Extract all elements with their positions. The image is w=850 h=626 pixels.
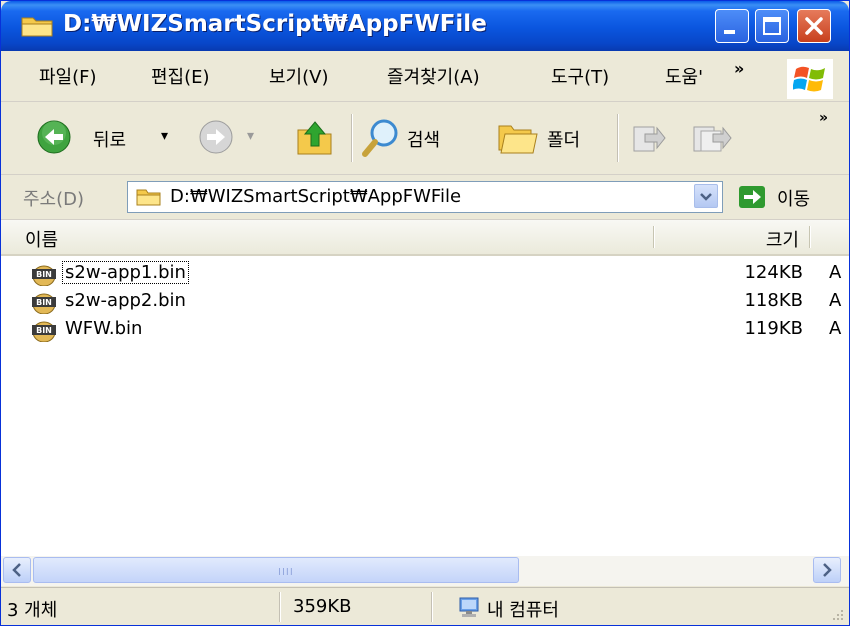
search-icon (362, 119, 398, 157)
svg-text:BIN: BIN (36, 270, 52, 279)
back-button[interactable]: 뒤로 ▾ (15, 112, 181, 164)
chevron-down-icon (700, 193, 712, 201)
address-label: 주소(D) (23, 189, 85, 210)
file-row[interactable]: BIN WFW.bin 119KB A (1, 316, 849, 342)
address-input[interactable]: D:₩WIZSmartScript₩AppFWFile (127, 181, 723, 213)
forward-button[interactable]: ▾ (191, 112, 273, 164)
maximize-button[interactable] (755, 9, 789, 43)
file-row[interactable]: BIN s2w-app2.bin 118KB A (1, 288, 849, 314)
explorer-window: D:₩WIZSmartScript₩AppFWFile 파일(F) 편집(E) … (0, 0, 850, 626)
folders-button[interactable]: 폴더 (497, 112, 607, 164)
back-arrow-icon (37, 120, 71, 154)
file-size: 124KB (744, 262, 803, 283)
maximize-icon (763, 17, 781, 35)
forward-arrow-icon (199, 120, 233, 154)
folder-icon (21, 17, 53, 37)
title-bar[interactable]: D:₩WIZSmartScript₩AppFWFile (1, 1, 849, 51)
forward-dropdown-arrow-icon[interactable]: ▾ (247, 128, 254, 144)
svg-text:BIN: BIN (36, 326, 52, 335)
menu-favorites[interactable]: 즐겨찾기(A) (387, 63, 480, 89)
up-folder-icon[interactable] (295, 116, 335, 158)
scroll-grip: IIII (278, 567, 294, 578)
column-divider[interactable] (653, 226, 655, 248)
address-value: D:₩WIZSmartScript₩AppFWFile (170, 186, 462, 207)
search-label: 검색 (407, 130, 441, 151)
status-object-count: 3 개체 (7, 600, 58, 621)
chevron-right-icon (823, 563, 832, 577)
minimize-button[interactable] (715, 9, 749, 43)
go-arrow-icon[interactable] (739, 186, 765, 208)
column-header-bar: 이름 크기 (1, 220, 849, 256)
file-type: A (829, 318, 842, 339)
menu-edit[interactable]: 편집(E) (151, 63, 210, 89)
standard-toolbar: 뒤로 ▾ ▾ 검색 폴더 » (1, 102, 849, 175)
address-bar: 주소(D) D:₩WIZSmartScript₩AppFWFile 이동 (1, 175, 849, 220)
file-list[interactable]: 이름 크기 BIN s2w-app1.bin 124KB A BIN s2w-a… (1, 220, 849, 556)
file-size: 119KB (744, 318, 803, 339)
windows-flag-icon (793, 66, 825, 92)
scroll-right-button[interactable] (813, 557, 841, 583)
my-computer-icon (459, 597, 479, 617)
window-title: D:₩WIZSmartScript₩AppFWFile (63, 11, 487, 37)
minimize-icon (724, 30, 735, 34)
menu-overflow-chevron[interactable]: » (734, 59, 744, 78)
close-icon (805, 17, 823, 35)
menu-tools[interactable]: 도구(T) (551, 63, 609, 89)
status-bar: 3 개체 359KB 내 컴퓨터 (1, 587, 849, 625)
back-dropdown-arrow-icon[interactable]: ▾ (161, 128, 168, 144)
copy-to-icon[interactable] (691, 122, 735, 154)
bin-file-icon: BIN (32, 321, 56, 342)
scroll-thumb[interactable]: IIII (33, 557, 519, 583)
scroll-left-button[interactable] (3, 557, 31, 583)
svg-text:BIN: BIN (36, 298, 52, 307)
menu-view[interactable]: 보기(V) (269, 63, 328, 89)
windows-logo (787, 59, 833, 99)
column-header-size[interactable]: 크기 (766, 226, 799, 252)
bin-file-icon: BIN (32, 293, 56, 314)
toolbar-overflow-chevron[interactable]: » (819, 110, 828, 126)
folders-label: 폴더 (547, 130, 581, 151)
go-button-label[interactable]: 이동 (777, 185, 810, 211)
menu-bar: 파일(F) 편집(E) 보기(V) 즐겨찾기(A) 도구(T) 도움' » (1, 51, 849, 102)
file-name[interactable]: s2w-app1.bin (62, 261, 189, 284)
file-name[interactable]: s2w-app2.bin (63, 290, 188, 311)
chevron-left-icon (12, 563, 21, 577)
folder-icon (136, 189, 161, 206)
file-name[interactable]: WFW.bin (63, 318, 144, 339)
search-button[interactable]: 검색 (361, 112, 471, 164)
column-header-name[interactable]: 이름 (25, 226, 58, 252)
folders-icon (498, 125, 538, 154)
status-location: 내 컴퓨터 (487, 600, 559, 621)
column-divider[interactable] (809, 226, 811, 248)
address-dropdown-button[interactable] (694, 184, 718, 208)
file-type: A (829, 290, 842, 311)
file-size: 118KB (744, 290, 803, 311)
menu-help[interactable]: 도움' (665, 63, 703, 89)
back-label: 뒤로 (93, 130, 127, 151)
bin-file-icon: BIN (32, 265, 56, 286)
resize-grip-icon[interactable] (829, 606, 845, 622)
file-row[interactable]: BIN s2w-app1.bin 124KB A (1, 260, 849, 286)
status-total-size: 359KB (293, 596, 352, 617)
horizontal-scrollbar[interactable]: IIII (1, 556, 849, 586)
close-button[interactable] (797, 9, 831, 43)
menu-file[interactable]: 파일(F) (39, 63, 97, 89)
move-to-icon[interactable] (631, 122, 667, 154)
file-type: A (829, 262, 842, 283)
